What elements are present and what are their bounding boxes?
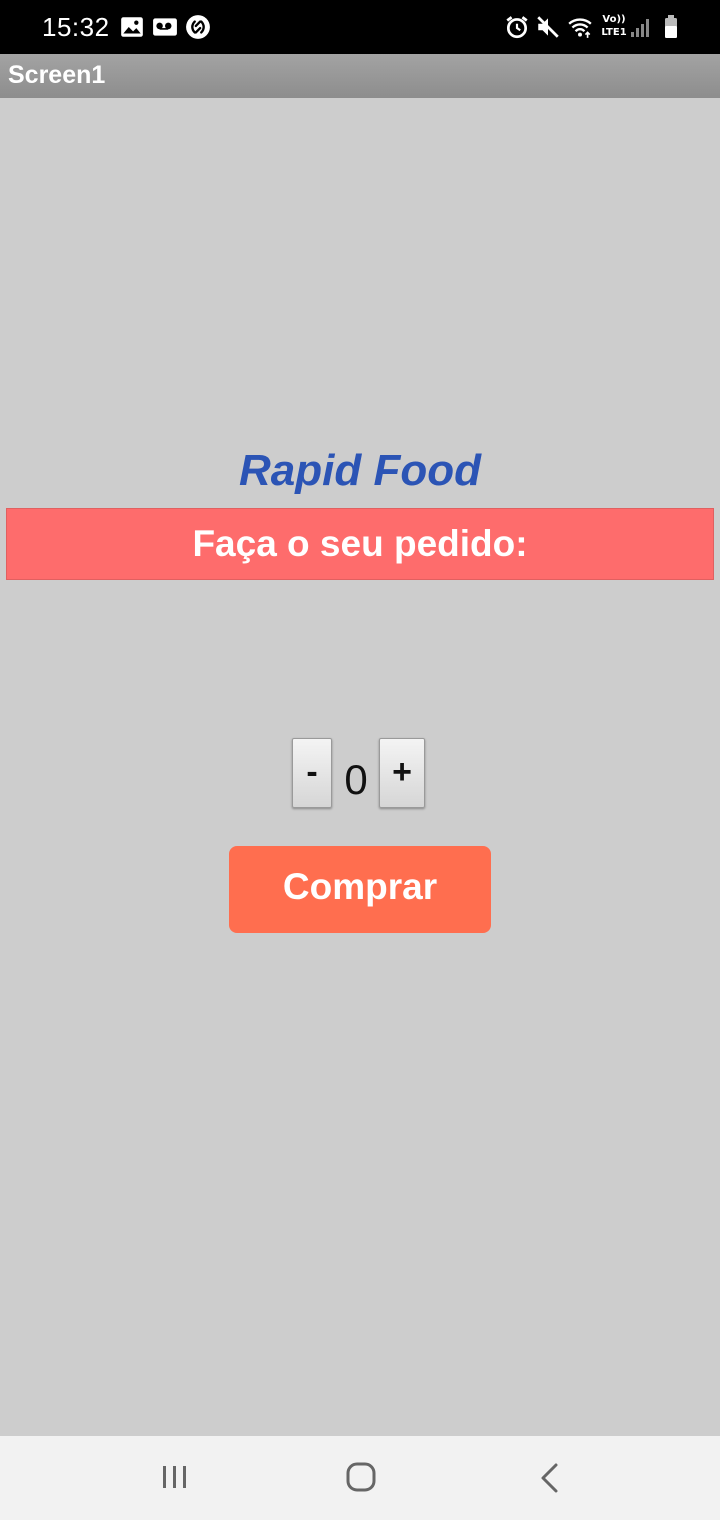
lte-signal-icon [630, 14, 650, 40]
network-label-volte: Vo)) [602, 14, 626, 25]
app-title: Screen1 [8, 61, 106, 89]
battery-icon [660, 14, 682, 40]
wifi-icon [567, 14, 593, 40]
buy-button-label: Comprar [282, 866, 438, 907]
order-prompt-banner: Faça o seu pedido: [6, 508, 714, 580]
back-icon[interactable] [530, 1460, 570, 1496]
buy-button[interactable]: Comprar [229, 846, 491, 933]
brand-title: Rapid Food [239, 446, 481, 495]
app-screen: 15:32 Vo)) LTE1 Screen1 Rapid Food Faça … [0, 0, 720, 1520]
image-icon [119, 14, 145, 40]
network-label-lte: LTE1 [601, 27, 627, 38]
shazam-icon [185, 14, 211, 40]
mute-icon [535, 14, 561, 40]
status-bar: 15:32 Vo)) LTE1 [0, 0, 720, 54]
network-label: Vo)) LTE1 [599, 13, 629, 39]
recent-apps-icon[interactable] [155, 1460, 195, 1496]
alarm-icon [504, 14, 530, 40]
quantity-value: 0 [344, 756, 368, 803]
app-title-bar: Screen1 [0, 54, 720, 98]
voicemail-icon [152, 14, 178, 40]
navigation-bar [0, 1436, 720, 1520]
home-icon[interactable] [341, 1460, 381, 1496]
status-time: 15:32 [42, 12, 110, 42]
increase-quantity-button[interactable]: + [379, 738, 425, 808]
decrease-quantity-button[interactable]: - [292, 738, 332, 808]
order-prompt-label: Faça o seu pedido: [192, 523, 528, 564]
